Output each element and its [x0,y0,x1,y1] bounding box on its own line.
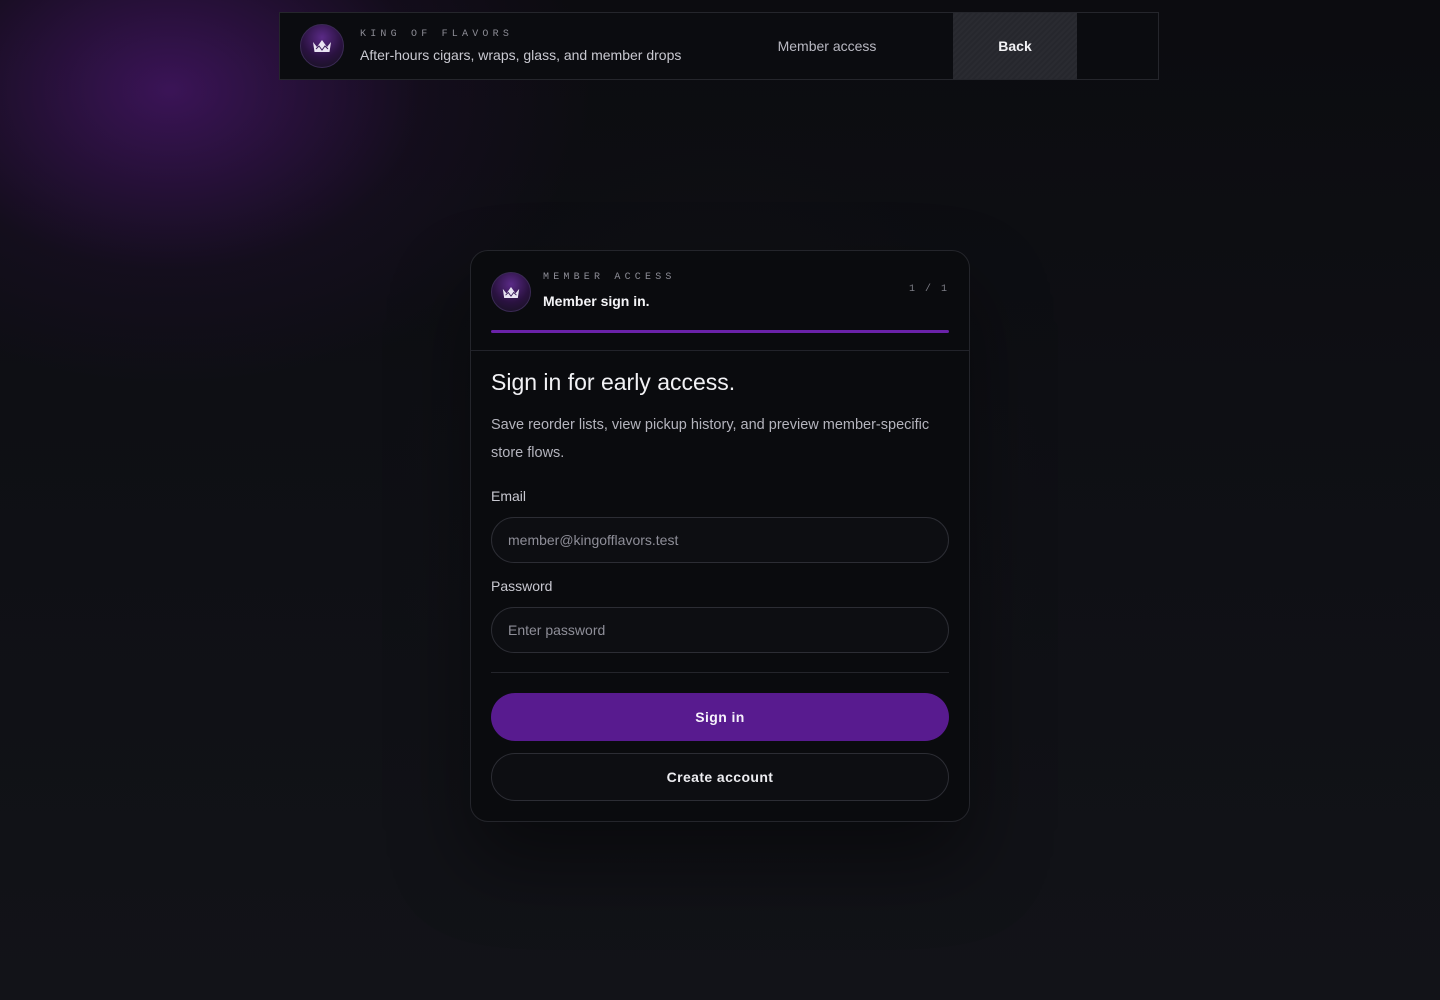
crown-glyph [502,286,520,298]
crown-icon[interactable] [300,24,344,68]
email-label: Email [491,488,527,504]
crown-glyph [313,40,331,52]
sign-in-card: MEMBER ACCESS Member sign in. 1 / 1 Sign… [470,250,970,822]
brand-tagline: After-hours cigars, wraps, glass, and me… [360,47,682,63]
form-divider [491,672,949,673]
step-counter: 1 / 1 [908,284,949,295]
page-description: Save reorder lists, view pickup history,… [491,417,930,461]
card-header: MEMBER ACCESS Member sign in. 1 / 1 [471,251,969,351]
crown-icon [491,272,531,312]
password-label: Password [491,578,553,594]
back-button[interactable]: Back [953,13,1077,79]
sign-in-button[interactable]: Sign in [491,693,949,741]
brand: KING OF FLAVORS After-hours cigars, wrap… [360,29,681,63]
page-heading: Sign in for early access. [491,369,736,395]
progress-bar [491,330,949,333]
card-title: Member sign in. [543,293,650,309]
create-account-button[interactable]: Create account [491,753,949,801]
card-kicker: MEMBER ACCESS [543,272,676,283]
password-field[interactable] [491,607,949,653]
top-header: KING OF FLAVORS After-hours cigars, wrap… [279,12,1159,80]
progress-bar-fill [491,330,949,333]
brand-name: KING OF FLAVORS [360,29,514,40]
email-field[interactable] [491,517,949,563]
nav-member-access[interactable]: Member access [775,13,879,79]
